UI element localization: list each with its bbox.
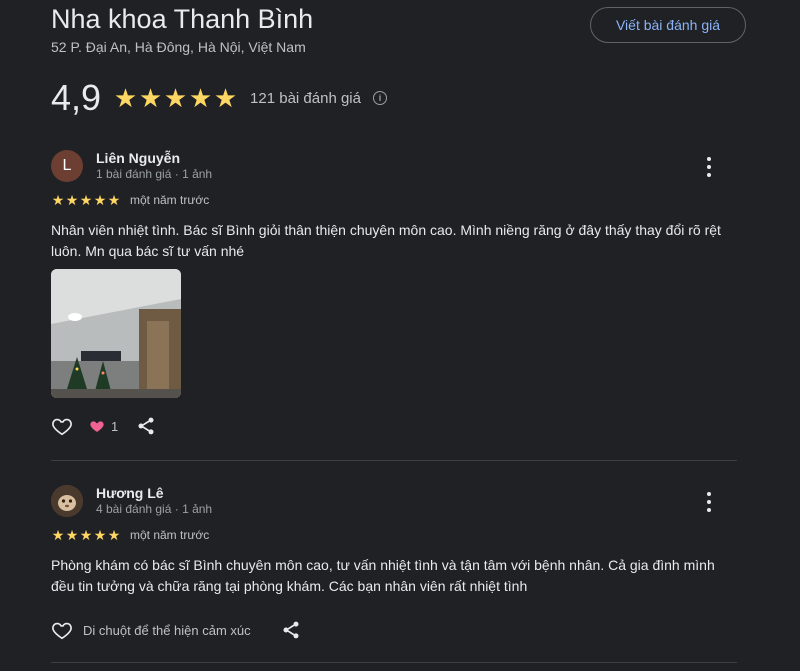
review-actions: Di chuột để thể hiện cảm xúc — [51, 619, 301, 641]
review-divider — [51, 460, 737, 461]
place-address: 52 P. Đại An, Hà Đông, Hà Nội, Việt Nam — [51, 39, 306, 55]
review-actions: 1 — [51, 415, 156, 437]
star-icon: ★ — [188, 83, 213, 113]
heart-filled-icon — [90, 421, 104, 432]
more-options-icon[interactable] — [705, 492, 713, 512]
heart-outline-icon[interactable] — [51, 415, 73, 437]
review-stars: ★ ★ ★ ★ ★ một năm trước — [51, 192, 210, 208]
review-photo[interactable] — [51, 269, 181, 398]
reaction-summary[interactable]: 1 — [89, 418, 118, 434]
place-title: Nha khoa Thanh Bình — [51, 4, 314, 34]
write-review-button[interactable]: Viết bài đánh giá — [590, 7, 746, 43]
avatar[interactable] — [51, 485, 83, 517]
average-rating: 4,9 — [51, 77, 102, 118]
reaction-hint: Di chuột để thể hiện cảm xúc — [83, 622, 251, 638]
share-icon[interactable] — [281, 620, 301, 640]
review-card: Hương Lê 4 bài đánh giá · 1 ảnh ★ ★ ★ ★ ★ mộ… — [51, 485, 737, 645]
star-icon: ★ — [79, 527, 93, 543]
review-stars: ★ ★ ★ ★ ★ một năm trước — [51, 527, 210, 543]
reviewer-meta: 1 bài đánh giá · 1 ảnh — [96, 167, 213, 181]
clinic-interior-photo — [51, 269, 181, 398]
rating-stars: ★ ★ ★ ★ ★ — [113, 85, 238, 111]
avatar[interactable]: L — [51, 150, 83, 182]
avatar-photo — [51, 485, 83, 517]
star-icon: ★ — [107, 192, 121, 208]
star-icon: ★ — [51, 192, 65, 208]
heart-outline-icon[interactable] — [51, 619, 73, 641]
star-icon: ★ — [65, 192, 79, 208]
star-icon: ★ — [65, 527, 79, 543]
review-time: một năm trước — [130, 528, 210, 542]
more-options-icon[interactable] — [705, 157, 713, 177]
star-icon: ★ — [163, 83, 188, 113]
star-icon: ★ — [93, 527, 107, 543]
avatar-letter: L — [62, 157, 72, 174]
star-icon: ★ — [51, 527, 65, 543]
star-icon: ★ — [93, 192, 107, 208]
reviewer-name[interactable]: Hương Lê — [96, 485, 164, 501]
star-icon: ★ — [107, 527, 121, 543]
review-card: L Liên Nguyễn 1 bài đánh giá · 1 ảnh ★ ★ ★… — [51, 150, 737, 450]
reviewer-meta: 4 bài đánh giá · 1 ảnh — [96, 502, 213, 516]
star-icon: ★ — [113, 83, 138, 113]
rating-summary: 4,9 ★ ★ ★ ★ ★ 121 bài đánh giá i — [51, 76, 387, 120]
review-count: 121 bài đánh giá — [250, 89, 361, 107]
star-icon: ★ — [213, 83, 238, 113]
info-icon[interactable]: i — [372, 91, 387, 105]
star-icon: ★ — [138, 83, 163, 113]
reaction-count: 1 — [111, 418, 119, 434]
review-divider — [51, 662, 737, 663]
share-icon[interactable] — [136, 416, 156, 436]
review-time: một năm trước — [130, 193, 210, 207]
review-text: Phòng khám có bác sĩ Bình chuyên môn cao… — [51, 557, 715, 594]
reviewer-name[interactable]: Liên Nguyễn — [96, 150, 180, 166]
review-text: Nhân viên nhiệt tình. Bác sĩ Bình giỏi t… — [51, 222, 721, 259]
star-icon: ★ — [79, 192, 93, 208]
